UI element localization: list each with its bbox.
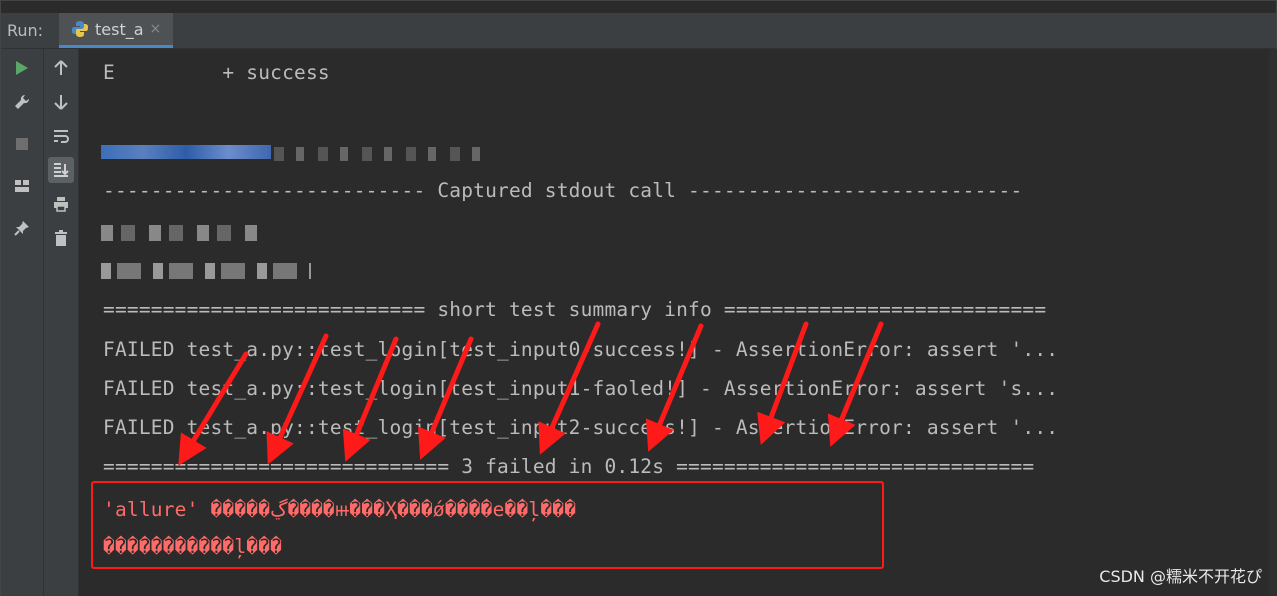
console-line: E + success	[103, 61, 330, 84]
wrench-icon[interactable]	[9, 89, 35, 115]
result-summary: ============================= 3 failed i…	[103, 455, 1035, 478]
scroll-to-end-icon[interactable]	[48, 157, 74, 183]
run-label: Run:	[7, 21, 44, 40]
run-tool-window: Run: test_a × E + success --------------…	[0, 0, 1277, 596]
python-icon	[72, 21, 88, 37]
failed-line: FAILED test_a.py::test_login[test_input1…	[103, 377, 1059, 400]
captured-stdout-header: --------------------------- Captured std…	[103, 179, 1023, 202]
run-tab-bar: Run: test_a ×	[1, 13, 1276, 49]
pin-icon[interactable]	[9, 215, 35, 241]
tab-test-a[interactable]: test_a ×	[59, 13, 174, 48]
vertical-scrollbar[interactable]	[1269, 49, 1277, 596]
short-summary-header: =========================== short test s…	[103, 298, 1047, 321]
failed-line: FAILED test_a.py::test_login[test_input0…	[103, 338, 1059, 361]
soft-wrap-icon[interactable]	[48, 123, 74, 149]
annotation-highlight-box	[91, 481, 884, 569]
console-toolbar	[44, 49, 79, 596]
tab-label: test_a	[95, 19, 144, 39]
print-icon[interactable]	[48, 191, 74, 217]
watermark: CSDN @糯米不开花ぴ	[1099, 567, 1262, 586]
failed-line: FAILED test_a.py::test_login[test_input2…	[103, 416, 1059, 439]
trash-icon[interactable]	[48, 225, 74, 251]
arrow-up-icon[interactable]	[48, 55, 74, 81]
close-icon[interactable]: ×	[150, 21, 162, 37]
top-strip	[1, 1, 1276, 13]
arrow-down-icon[interactable]	[48, 89, 74, 115]
stop-icon[interactable]	[9, 131, 35, 157]
run-actions-strip	[1, 49, 44, 596]
layout-icon[interactable]	[9, 173, 35, 199]
play-icon[interactable]	[9, 55, 35, 81]
